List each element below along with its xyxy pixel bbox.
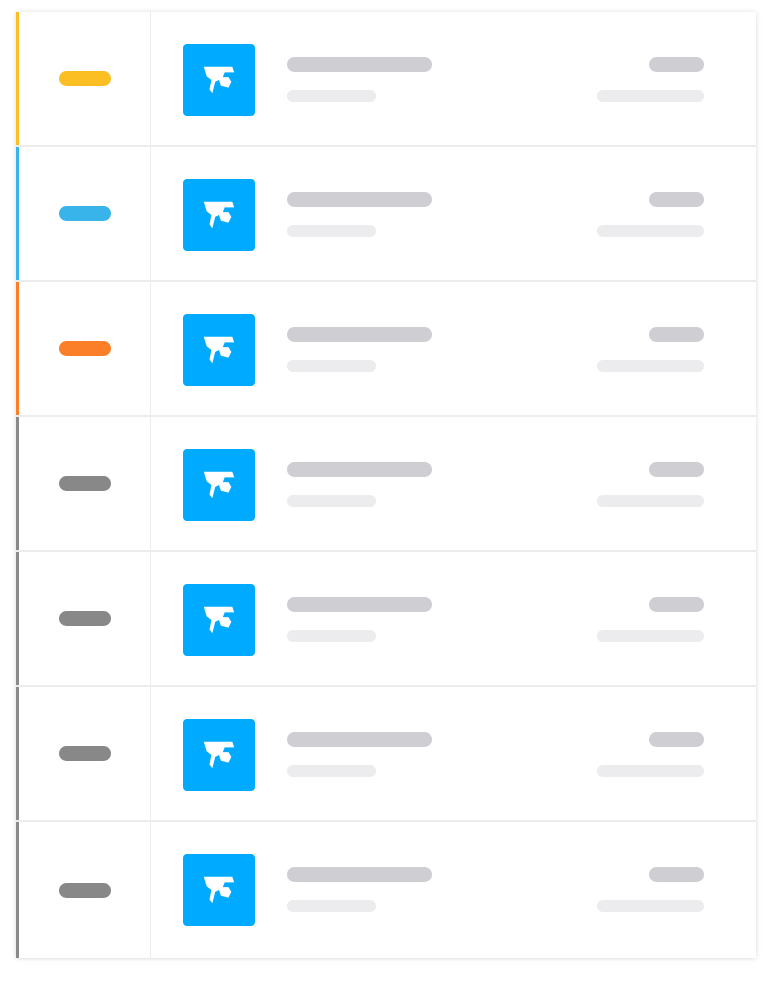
item-subtitle-placeholder (287, 765, 376, 777)
app-logo-glyph (203, 606, 235, 634)
app-logo-icon (183, 584, 255, 656)
list-item[interactable] (16, 147, 756, 282)
item-content (151, 687, 756, 820)
item-value-placeholder (649, 57, 704, 72)
item-value-placeholder (649, 867, 704, 882)
item-value-placeholder (649, 462, 704, 477)
item-subtitle-placeholder (287, 495, 376, 507)
status-indicator (58, 71, 111, 86)
app-logo-icon (183, 449, 255, 521)
status-cell (19, 552, 151, 685)
item-subtitle-placeholder (287, 630, 376, 642)
item-subtitle-placeholder (287, 90, 376, 102)
item-meta-placeholder (597, 360, 704, 372)
list-item[interactable] (16, 552, 756, 687)
item-content (151, 417, 756, 550)
item-value-placeholder (649, 192, 704, 207)
app-logo-glyph (203, 876, 235, 904)
status-cell (19, 282, 151, 415)
status-cell (19, 687, 151, 820)
list-item[interactable] (16, 417, 756, 552)
item-meta-placeholder (597, 900, 704, 912)
item-content (151, 12, 756, 145)
item-title-placeholder (287, 192, 432, 207)
item-subtitle-placeholder (287, 360, 376, 372)
status-indicator (58, 746, 111, 761)
item-title-placeholder (287, 327, 432, 342)
item-meta-placeholder (597, 225, 704, 237)
item-content (151, 822, 756, 958)
item-title-placeholder (287, 732, 432, 747)
list-item[interactable] (16, 282, 756, 417)
list-item[interactable] (16, 822, 756, 958)
item-value-placeholder (649, 732, 704, 747)
item-meta-placeholder (597, 630, 704, 642)
list-item[interactable] (16, 12, 756, 147)
app-logo-glyph (203, 201, 235, 229)
item-title-placeholder (287, 462, 432, 477)
app-logo-glyph (203, 741, 235, 769)
item-meta-placeholder (597, 765, 704, 777)
item-list (16, 12, 756, 958)
status-cell (19, 822, 151, 958)
item-title-placeholder (287, 57, 432, 72)
item-value-placeholder (649, 597, 704, 612)
item-title-placeholder (287, 597, 432, 612)
app-logo-icon (183, 719, 255, 791)
item-content (151, 147, 756, 280)
app-logo-glyph (203, 336, 235, 364)
status-indicator (58, 476, 111, 491)
app-logo-glyph (203, 471, 235, 499)
app-logo-glyph (203, 66, 235, 94)
item-content (151, 552, 756, 685)
item-content (151, 282, 756, 415)
app-logo-icon (183, 44, 255, 116)
item-meta-placeholder (597, 90, 704, 102)
item-title-placeholder (287, 867, 432, 882)
status-indicator (58, 611, 111, 626)
status-indicator (58, 206, 111, 221)
status-cell (19, 147, 151, 280)
app-logo-icon (183, 179, 255, 251)
app-logo-icon (183, 854, 255, 926)
item-value-placeholder (649, 327, 704, 342)
status-cell (19, 12, 151, 145)
app-logo-icon (183, 314, 255, 386)
item-subtitle-placeholder (287, 225, 376, 237)
item-subtitle-placeholder (287, 900, 376, 912)
list-item[interactable] (16, 687, 756, 822)
status-indicator (58, 341, 111, 356)
status-indicator (58, 882, 111, 898)
status-cell (19, 417, 151, 550)
item-meta-placeholder (597, 495, 704, 507)
